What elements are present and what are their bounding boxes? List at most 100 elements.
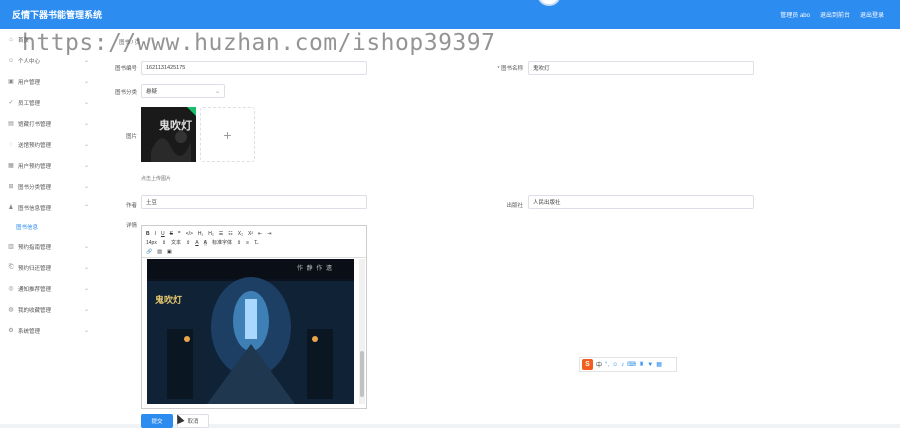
cover-art <box>141 107 196 162</box>
header-frontend-link[interactable]: 退出到前台 <box>820 10 850 19</box>
chevron-down-icon: ⌄ <box>83 244 89 250</box>
ime-toolbar[interactable]: S 中 °, ☺ ♪ ⌨ ♜ ▼ ▦ <box>579 357 677 372</box>
chevron-updown-icon: ⇕ <box>186 239 191 246</box>
sidebar-item-category[interactable]: ⊞ 图书分类管理 ⌄ <box>0 176 103 197</box>
author-label: 作者 <box>125 203 137 209</box>
sidebar-item-book[interactable]: ♟ 图书信息管理 ⌃ <box>0 197 103 218</box>
book-name-input[interactable]: 鬼吹灯 <box>528 61 754 75</box>
sogou-logo-icon[interactable]: S <box>582 359 593 370</box>
underline-icon[interactable]: U <box>161 231 165 237</box>
feedback-icon: ⎗ <box>8 264 14 270</box>
sidebar-item-order[interactable]: ◌ 送馆预约管理 ⌄ <box>0 134 103 155</box>
news-icon: ▤ <box>8 121 14 127</box>
ime-lang-toggle[interactable]: 中 <box>596 360 602 369</box>
chevron-down-icon: ⌄ <box>83 184 89 190</box>
emoji-icon[interactable]: ☺ <box>612 362 618 368</box>
app-title: 反情下器书能管理系统 <box>12 10 103 20</box>
grid-icon[interactable]: ▦ <box>656 361 662 368</box>
chevron-down-icon: ⌄ <box>83 163 89 169</box>
book-no-input[interactable]: 1621131425175 <box>141 61 367 75</box>
header-user[interactable]: 管理员 abo <box>780 10 810 19</box>
category-select[interactable]: 悬疑 ⌄ <box>141 84 225 98</box>
publisher-input[interactable]: 人民出版社 <box>528 195 754 209</box>
chevron-down-icon: ⌄ <box>83 121 89 127</box>
shirt-icon[interactable]: ▼ <box>647 362 653 368</box>
font-color-icon[interactable]: A <box>195 240 198 246</box>
collect-icon: ◍ <box>8 307 14 313</box>
h2-icon[interactable]: H₂ <box>208 231 214 237</box>
clear-format-icon[interactable]: T̶ <box>254 240 257 246</box>
watermark-text: https://www.huzhan.com/ishop39397 <box>22 30 496 56</box>
punctuation-icon[interactable]: °, <box>605 362 609 368</box>
code-icon[interactable]: </> <box>186 231 193 237</box>
video-icon[interactable]: ▣ <box>167 249 172 255</box>
chevron-down-icon: ⌄ <box>83 286 89 292</box>
keyboard-icon[interactable]: ⌨ <box>627 361 636 368</box>
upload-add-button[interactable]: + <box>200 107 255 162</box>
editor-scrollbar[interactable] <box>359 259 365 404</box>
submit-button[interactable]: 提交 <box>141 414 173 428</box>
h1-icon[interactable]: H₁ <box>198 231 203 237</box>
settings-icon: ⚙ <box>8 328 14 334</box>
bold-icon[interactable]: B <box>146 231 150 237</box>
chevron-down-icon: ⌄ <box>83 79 89 85</box>
library-icon: ◎ <box>8 286 14 292</box>
chevron-down-icon: ⌄ <box>83 328 89 334</box>
users-icon: ▣ <box>8 79 14 85</box>
sidebar-item-news[interactable]: ▤ 馆藏打书管理 ⌄ <box>0 113 103 134</box>
font-family-select[interactable]: 标准字体 <box>212 239 232 246</box>
sidebar-item-staff[interactable]: ✓ 员工管理 ⌄ <box>0 92 103 113</box>
link-icon[interactable]: 🔗 <box>146 249 152 255</box>
rich-text-editor[interactable]: B I U S ❞ </> H₁ H₂ ☰ ☷ X₂ X² ⇤ ⇥ 14px ⇕… <box>141 225 367 409</box>
sidebar-item-notice[interactable]: ◎ 通知推荐管理 ⌄ <box>0 278 103 299</box>
skin-icon[interactable]: ♜ <box>639 361 644 368</box>
chevron-down-icon: ⌄ <box>83 100 89 106</box>
quote-icon[interactable]: ❞ <box>178 231 181 237</box>
subscript-icon[interactable]: X₂ <box>238 231 243 237</box>
editor-image-title: 鬼吹灯 <box>155 295 183 305</box>
category-icon: ⊞ <box>8 184 14 190</box>
main-content: 图书 / 页 图书编号 1621131425175 * 图书名称 鬼吹灯 图书分… <box>103 29 900 428</box>
font-size-select[interactable]: 14px <box>146 240 157 246</box>
text-style-select[interactable]: 文本 <box>171 239 181 246</box>
sidebar-subitem-book-info[interactable]: 图书信息 <box>0 218 103 236</box>
editor-scroll-thumb[interactable] <box>360 351 364 397</box>
sidebar-item-users[interactable]: ▣ 用户管理 ⌄ <box>0 71 103 92</box>
indent-left-icon[interactable]: ⇤ <box>258 231 262 237</box>
sidebar-item-reserve[interactable]: ▦ 用户预约管理 ⌄ <box>0 155 103 176</box>
avatar[interactable] <box>537 0 561 6</box>
chevron-updown-icon: ⇕ <box>236 239 242 246</box>
editor-toolbar: B I U S ❞ </> H₁ H₂ ☰ ☷ X₂ X² ⇤ ⇥ 14px ⇕… <box>142 226 366 258</box>
superscript-icon[interactable]: X² <box>248 231 253 237</box>
detail-label: 详情 <box>125 223 137 229</box>
sidebar-item-return[interactable]: ⎗ 预约归还管理 ⌄ <box>0 257 103 278</box>
strike-icon[interactable]: S <box>170 231 173 237</box>
voice-icon[interactable]: ♪ <box>621 362 624 368</box>
ordered-list-icon[interactable]: ☰ <box>219 231 223 237</box>
image-icon[interactable]: ▨ <box>157 249 162 255</box>
reserve-icon: ▦ <box>8 163 14 169</box>
uploaded-cover-image[interactable]: 鬼吹灯 <box>141 107 196 162</box>
author-input[interactable]: 土豆 <box>141 195 367 209</box>
align-icon[interactable]: ≡ <box>246 240 249 246</box>
book-icon: ♟ <box>8 205 14 211</box>
publisher-label: 出版社 <box>506 203 523 209</box>
bullet-list-icon[interactable]: ☷ <box>228 231 232 237</box>
image-label: 图片 <box>125 134 137 140</box>
category-label: 图书分类 <box>114 90 137 96</box>
sidebar-item-guide[interactable]: ▥ 预约指南管理 ⌄ <box>0 236 103 257</box>
bg-color-icon[interactable]: A <box>203 239 207 246</box>
indent-right-icon[interactable]: ⇥ <box>267 231 271 237</box>
chevron-up-icon: ⌃ <box>83 205 89 211</box>
staff-icon: ✓ <box>8 100 14 106</box>
sidebar-item-system[interactable]: ⚙ 系统管理 ⌄ <box>0 320 103 341</box>
header-logout-link[interactable]: 退出登录 <box>860 10 884 19</box>
chevron-down-icon: ⌄ <box>83 265 89 271</box>
chevron-down-icon: ⌄ <box>83 58 89 64</box>
chevron-down-icon: ⌄ <box>83 307 89 313</box>
sidebar-item-collect[interactable]: ◍ 我的收藏管理 ⌄ <box>0 299 103 320</box>
italic-icon[interactable]: I <box>155 231 156 237</box>
user-icon: ☺ <box>7 57 15 64</box>
editor-content[interactable]: 作 静 作 遗 鬼吹灯 <box>147 259 354 404</box>
chevron-updown-icon: ⇕ <box>161 239 167 246</box>
